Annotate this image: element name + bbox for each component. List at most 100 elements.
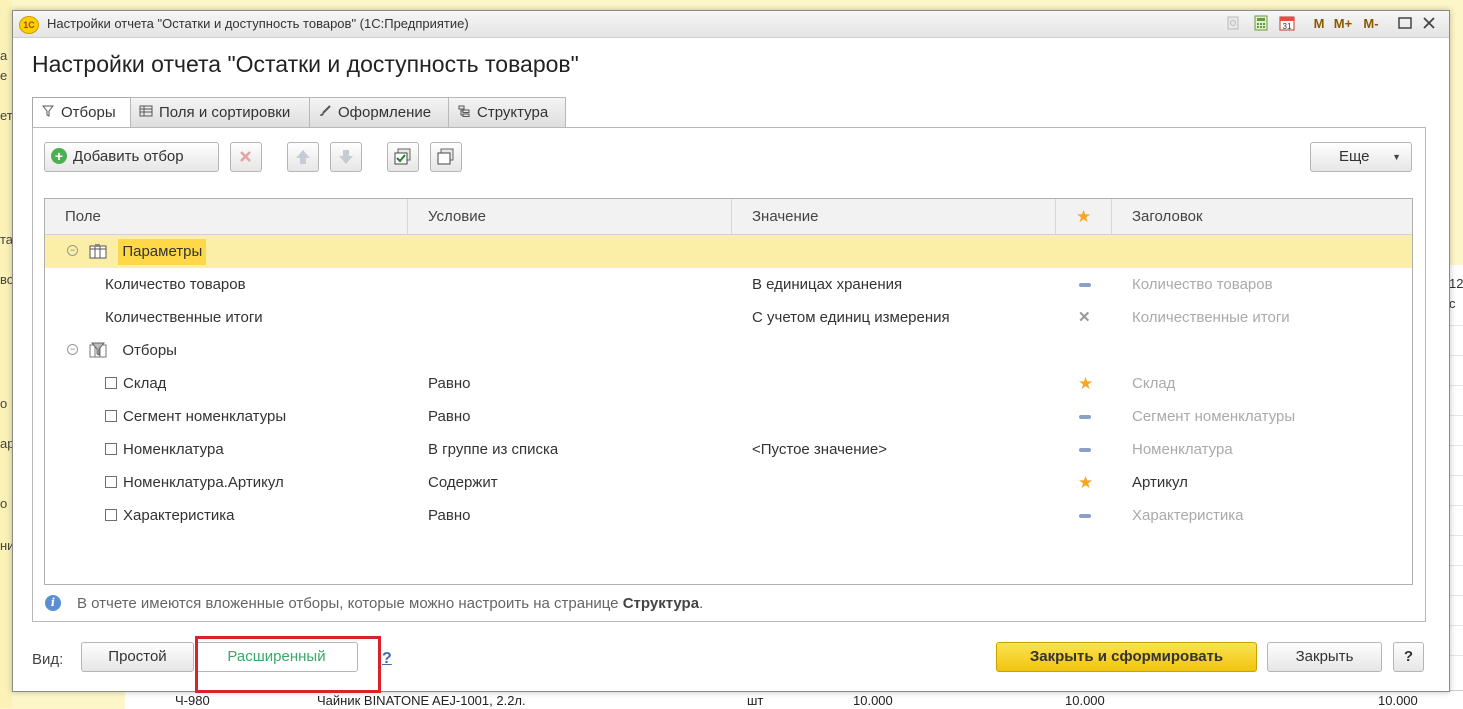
- title-cell[interactable]: Количество товаров: [1132, 268, 1273, 301]
- tab-structure[interactable]: Структура: [448, 97, 566, 127]
- quick-access-cell[interactable]: [1079, 400, 1091, 433]
- field-label: Номенклатура: [123, 441, 224, 458]
- filter-checkbox[interactable]: [105, 475, 117, 488]
- fields-icon: [139, 98, 153, 128]
- filter-checkbox[interactable]: [105, 508, 117, 521]
- not-in-quick-access-icon: [1079, 283, 1091, 288]
- quick-access-cell[interactable]: [1079, 268, 1091, 301]
- simple-view-button[interactable]: Простой: [81, 642, 194, 672]
- value-cell[interactable]: В единицах хранения: [752, 268, 902, 301]
- tab-label: Структура: [477, 104, 549, 121]
- add-filter-button[interactable]: + Добавить отбор: [44, 142, 219, 172]
- move-down-button[interactable]: [330, 142, 362, 172]
- parameters-icon: [89, 243, 107, 259]
- table-row[interactable]: Характеристика Равно Характеристика: [45, 499, 1412, 532]
- page-title: Настройки отчета "Остатки и доступность …: [32, 51, 579, 77]
- close-button[interactable]: Закрыть: [1267, 642, 1382, 672]
- chevron-down-icon: ▼: [1392, 152, 1401, 162]
- quick-access-cell[interactable]: [1079, 499, 1091, 532]
- field-label: Характеристика: [123, 507, 235, 524]
- uncheck-all-button[interactable]: [430, 142, 462, 172]
- close-and-build-button[interactable]: Закрыть и сформировать: [996, 642, 1257, 672]
- group-label: Отборы: [122, 342, 177, 359]
- tab-fields-sorting[interactable]: Поля и сортировки: [130, 97, 310, 127]
- value-cell[interactable]: <Пустое значение>: [752, 433, 887, 466]
- quick-access-cell[interactable]: ★: [1078, 466, 1093, 499]
- bookmark-icon[interactable]: [1225, 15, 1241, 31]
- column-header-title[interactable]: Заголовок: [1112, 199, 1412, 234]
- value-cell[interactable]: С учетом единиц измерения: [752, 301, 950, 334]
- bg-cell: Чайник BINATONE AEJ-1001, 2.2л.: [317, 693, 526, 708]
- title-cell[interactable]: Номенклатура: [1132, 433, 1233, 466]
- table-row[interactable]: Сегмент номенклатуры Равно Сегмент номен…: [45, 400, 1412, 433]
- bg-fragment: о: [0, 396, 8, 411]
- table-row[interactable]: Номенклатура В группе из списка <Пустое …: [45, 433, 1412, 466]
- memory-minus-button[interactable]: M-: [1359, 15, 1383, 33]
- uncheck-all-icon: [437, 148, 454, 165]
- title-cell[interactable]: Характеристика: [1132, 499, 1244, 532]
- condition-cell[interactable]: Равно: [428, 499, 470, 532]
- calculator-icon[interactable]: [1253, 15, 1269, 31]
- more-button[interactable]: Еще ▼: [1310, 142, 1412, 172]
- view-help-link[interactable]: ?: [382, 650, 392, 668]
- group-label: Параметры: [118, 239, 207, 265]
- maximize-icon[interactable]: [1397, 15, 1413, 31]
- collapse-icon[interactable]: −: [67, 344, 78, 356]
- table-row[interactable]: Количество товаров В единицах хранения К…: [45, 268, 1412, 301]
- window-title: Настройки отчета "Остатки и доступность …: [47, 16, 469, 31]
- table-row[interactable]: Количественные итоги С учетом единиц изм…: [45, 301, 1412, 334]
- filter-checkbox[interactable]: [105, 442, 117, 455]
- quick-access-cell[interactable]: [1079, 433, 1091, 466]
- bg-fragment: е: [0, 68, 8, 83]
- calendar-icon[interactable]: 31: [1279, 15, 1295, 31]
- column-header-quick-access[interactable]: ★: [1056, 199, 1112, 234]
- close-icon[interactable]: [1421, 15, 1437, 31]
- structure-link[interactable]: Структура: [623, 595, 699, 612]
- field-cell: Сегмент номенклатуры: [105, 400, 286, 433]
- tab-filters[interactable]: Отборы: [32, 97, 131, 129]
- collapse-icon[interactable]: −: [67, 245, 78, 257]
- info-icon: i: [45, 594, 61, 611]
- condition-cell[interactable]: Содержит: [428, 466, 498, 499]
- help-button[interactable]: ?: [1393, 642, 1424, 672]
- title-cell[interactable]: Сегмент номенклатуры: [1132, 400, 1295, 433]
- tab-label: Оформление: [338, 104, 432, 121]
- table-row[interactable]: Номенклатура.Артикул Содержит ★ Артикул: [45, 466, 1412, 499]
- bg-fragment: ар: [0, 436, 12, 451]
- bg-fragment: та: [0, 232, 12, 247]
- star-icon: ★: [1078, 374, 1094, 393]
- move-up-button[interactable]: [287, 142, 319, 172]
- tab-label: Отборы: [61, 104, 116, 121]
- filter-icon: [41, 98, 55, 128]
- field-label: Склад: [123, 375, 167, 392]
- arrow-up-icon: [296, 150, 310, 164]
- field-cell: Склад: [105, 367, 166, 400]
- table-row[interactable]: Склад Равно ★ Склад: [45, 367, 1412, 400]
- column-header-condition[interactable]: Условие: [408, 199, 732, 234]
- memory-plus-button[interactable]: M+: [1331, 15, 1355, 33]
- filters-grid[interactable]: Поле Условие Значение ★ Заголовок − Пара…: [44, 198, 1413, 585]
- bg-fragment: ни: [0, 538, 12, 553]
- app-logo: 1С: [19, 16, 39, 34]
- tab-appearance[interactable]: Оформление: [309, 97, 449, 127]
- group-cell: − Отборы: [67, 334, 177, 367]
- star-icon: ★: [1078, 473, 1094, 492]
- condition-cell[interactable]: Равно: [428, 400, 470, 433]
- filter-checkbox[interactable]: [105, 376, 117, 389]
- delete-button[interactable]: [230, 142, 262, 172]
- table-row-group-params[interactable]: − Параметры: [45, 235, 1412, 268]
- table-row-group-filters[interactable]: − Отборы: [45, 334, 1412, 367]
- check-all-button[interactable]: [387, 142, 419, 172]
- condition-cell[interactable]: В группе из списка: [428, 433, 558, 466]
- memory-m-button[interactable]: M: [1311, 15, 1327, 33]
- condition-cell[interactable]: Равно: [428, 367, 470, 400]
- column-header-field[interactable]: Поле: [45, 199, 408, 234]
- quick-access-cell[interactable]: ✕: [1078, 301, 1091, 334]
- quick-access-cell[interactable]: ★: [1078, 367, 1093, 400]
- column-header-value[interactable]: Значение: [732, 199, 1056, 234]
- title-cell[interactable]: Количественные итоги: [1132, 301, 1290, 334]
- grid-header: Поле Условие Значение ★ Заголовок: [45, 199, 1412, 235]
- title-cell[interactable]: Склад: [1132, 367, 1175, 400]
- title-cell[interactable]: Артикул: [1132, 466, 1188, 499]
- filter-checkbox[interactable]: [105, 409, 117, 422]
